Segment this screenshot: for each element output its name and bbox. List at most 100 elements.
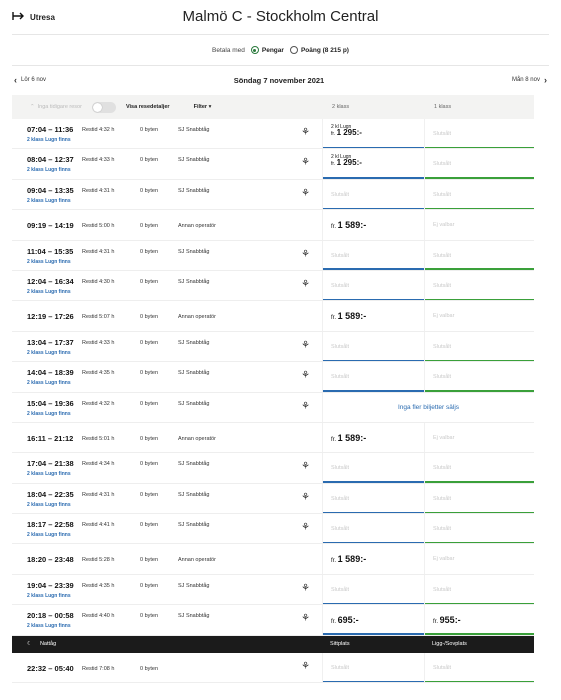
class1-cell[interactable]: Slutsålt	[424, 652, 534, 683]
class1-cell[interactable]: Ej valbar	[424, 210, 534, 240]
departure-info: 14:04 – 18:39 2 klass Lugn finns Restid 4:…	[12, 362, 322, 391]
class2-cell[interactable]: Slutsålt	[322, 453, 424, 483]
sold-out-label: Slutsålt	[331, 191, 350, 198]
travel-time: Restid 5:01 h	[82, 435, 115, 442]
table-row[interactable]: 18:17 – 22:58 2 klass Lugn finns Restid 4:…	[12, 514, 534, 545]
class1-cell[interactable]: Slutsålt	[424, 270, 534, 301]
class1-cell[interactable]: Slutsålt	[424, 453, 534, 483]
table-row[interactable]: 08:04 – 12:37 2 klass Lugn finns Restid 4:…	[12, 149, 534, 180]
selection-bar	[425, 177, 534, 179]
travel-time: Restid 5:07 h	[82, 314, 115, 321]
class2-cell[interactable]: Slutsålt	[322, 179, 424, 210]
departure-time: 19:04 – 23:39	[27, 580, 74, 590]
departure-info: 22:32 – 05:40 Restid 7:08 h 0 byten ⚘	[12, 653, 322, 682]
class2-cell[interactable]: 2 kl Lugn fr. 1 295:-	[322, 119, 424, 149]
quiet-class-note: 2 klass Lugn finns	[27, 258, 71, 265]
changes-count: 0 byten	[140, 223, 159, 230]
class1-cell[interactable]: fr. 955:-	[424, 605, 534, 635]
next-day-link[interactable]: Mån 8 nov ›	[512, 75, 547, 85]
table-row[interactable]: 18:20 – 23:48 Restid 5:28 h 0 byten Annan o…	[12, 544, 534, 575]
class2-cell[interactable]: Slutsålt	[322, 514, 424, 544]
class2-cell[interactable]: Slutsålt	[322, 362, 424, 392]
table-row[interactable]: 22:32 – 05:40 Restid 7:08 h 0 byten ⚘ Slutså…	[12, 652, 534, 684]
class2-header: 2 klass	[332, 104, 350, 110]
class2-cell[interactable]: Slutsålt	[322, 270, 424, 301]
quiet-class-note: 2 klass Lugn finns	[27, 197, 71, 204]
table-row[interactable]: 17:04 – 21:38 2 klass Lugn finns Restid 4:…	[12, 453, 534, 484]
selection-bar	[425, 481, 534, 483]
changes-count: 0 byten	[140, 370, 159, 377]
payment-option-points[interactable]: Poäng (8 215 p)	[289, 46, 349, 54]
quiet-class-note: 2 klass Lugn finns	[27, 623, 71, 630]
class1-cell[interactable]: Slutsålt	[424, 483, 534, 514]
price-label: fr. 1 589:-	[331, 311, 367, 322]
class2-cell[interactable]: Slutsålt	[322, 483, 424, 514]
price-label: 2 kl Lugn fr. 1 295:-	[331, 124, 362, 137]
sold-out-label: Slutsålt	[433, 252, 452, 259]
class2-cell[interactable]: 2 kl Lugn fr. 1 295:-	[322, 149, 424, 179]
changes-count: 0 byten	[140, 491, 159, 498]
table-row[interactable]: 15:04 – 19:36 2 klass Lugn finns Restid 4:…	[12, 392, 534, 423]
class2-cell[interactable]: fr. 1 589:-	[322, 544, 424, 574]
table-row[interactable]: 13:04 – 17:37 2 klass Lugn finns Restid 4:…	[12, 331, 534, 363]
class1-cell[interactable]: Ej valbar	[424, 422, 534, 453]
departure-info: 08:04 – 12:37 2 klass Lugn finns Restid 4:…	[12, 149, 322, 178]
filter-button[interactable]: Filter ▾	[194, 104, 212, 110]
class1-cell[interactable]: Slutsålt	[424, 179, 534, 210]
class1-cell[interactable]: Ej valbar	[424, 544, 534, 574]
price-label: fr. 695:-	[331, 615, 359, 626]
selection-bar	[425, 633, 534, 635]
departure-info: 09:04 – 13:35 2 klass Lugn finns Restid 4:…	[12, 180, 322, 209]
selection-bar	[323, 633, 424, 635]
class2-cell[interactable]: fr. 1 589:-	[322, 301, 424, 331]
table-row[interactable]: 11:04 – 15:35 2 klass Lugn finns Restid 4:…	[12, 240, 534, 271]
table-row[interactable]: 18:04 – 22:35 2 klass Lugn finns Restid 4:…	[12, 483, 534, 515]
changes-count: 0 byten	[140, 522, 159, 529]
night-col-seat: Sittplats	[330, 641, 350, 648]
departure-time: 18:20 – 23:48	[27, 555, 74, 565]
class1-cell[interactable]: Slutsålt	[424, 574, 534, 605]
class1-cell[interactable]: Ej valbar	[424, 301, 534, 331]
departure-time: 18:04 – 22:35	[27, 489, 74, 499]
radio-icon	[289, 46, 298, 54]
table-row[interactable]: 14:04 – 18:39 2 klass Lugn finns Restid 4:…	[12, 362, 534, 393]
class1-cell[interactable]: Slutsålt	[424, 119, 534, 149]
sold-out-label: Slutsålt	[331, 495, 350, 502]
table-row[interactable]: 20:18 – 00:58 2 klass Lugn finns Restid 4:…	[12, 605, 534, 636]
departure-time: 14:04 – 18:39	[27, 368, 74, 378]
table-row[interactable]: 09:19 – 14:19 Restid 5:00 h 0 byten Annan o…	[12, 210, 534, 241]
table-row[interactable]: 09:04 – 13:35 2 klass Lugn finns Restid 4:…	[12, 179, 534, 211]
table-row[interactable]: 12:04 – 16:34 2 klass Lugn finns Restid 4:…	[12, 270, 534, 302]
class2-cell[interactable]: Slutsålt	[322, 240, 424, 270]
table-row[interactable]: 19:04 – 23:39 2 klass Lugn finns Restid 4:…	[12, 574, 534, 606]
sold-out-label: Slutsålt	[433, 282, 452, 289]
details-toggle[interactable]	[91, 101, 116, 113]
class1-cell[interactable]: Slutsålt	[424, 331, 534, 362]
class1-cell[interactable]: Slutsålt	[424, 362, 534, 392]
sold-out-label: Slutsålt	[331, 374, 350, 381]
class2-cell[interactable]: fr. 695:-	[322, 605, 424, 635]
class2-cell[interactable]: fr. 1 589:-	[322, 422, 424, 453]
selection-bar	[323, 146, 424, 149]
departure-info: 13:04 – 17:37 2 klass Lugn finns Restid 4:…	[12, 332, 322, 361]
table-row[interactable]: 16:11 – 21:12 Restid 5:01 h 0 byten Annan o…	[12, 422, 534, 454]
class1-cell[interactable]: Slutsålt	[424, 240, 534, 270]
prev-day-link[interactable]: ‹ Lör 6 nov	[14, 75, 46, 85]
departure-time: 16:11 – 21:12	[27, 433, 74, 443]
no-tickets-cell: Inga fler biljetter säljs	[322, 392, 534, 422]
selection-bar	[323, 359, 424, 362]
payment-option-money[interactable]: Pengar	[250, 46, 284, 54]
selection-bar	[425, 207, 534, 210]
class2-cell[interactable]: Slutsålt	[322, 331, 424, 362]
class2-cell[interactable]: Slutsålt	[322, 574, 424, 605]
sold-out-label: Slutsålt	[433, 343, 452, 350]
table-row[interactable]: 12:19 – 17:26 Restid 5:07 h 0 byten Annan o…	[12, 301, 534, 332]
class2-cell[interactable]: Slutsålt	[322, 652, 424, 683]
travel-time: Restid 5:00 h	[82, 223, 115, 230]
table-row[interactable]: 07:04 – 11:36 2 klass Lugn finns Restid 4:…	[12, 119, 534, 150]
class2-cell[interactable]: fr. 1 589:-	[322, 210, 424, 240]
sold-out-label: Slutsålt	[433, 465, 452, 472]
quiet-class-note: 2 klass Lugn finns	[27, 349, 71, 356]
class1-cell[interactable]: Slutsålt	[424, 514, 534, 544]
class1-cell[interactable]: Slutsålt	[424, 149, 534, 179]
